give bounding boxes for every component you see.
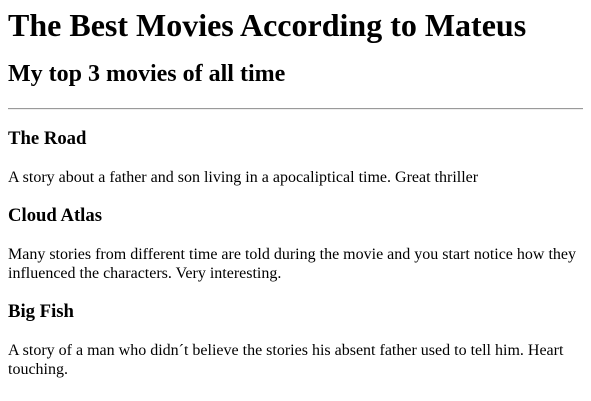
- movie-title: The Road: [8, 128, 87, 149]
- movie-title: Big Fish: [8, 301, 74, 322]
- movie-description: A story of a man who didn´t believe the …: [8, 342, 564, 378]
- page-title: The Best Movies According to Mateus: [8, 7, 527, 43]
- movie-title: Cloud Atlas: [8, 205, 102, 226]
- movie-item-cloud-atlas: Cloud Atlas Many stories from different …: [8, 205, 583, 283]
- movie-item-the-road: The Road A story about a father and son …: [8, 128, 583, 187]
- page: The Best Movies According to Mateus My t…: [0, 0, 591, 401]
- page-subtitle: My top 3 movies of all time: [8, 61, 286, 87]
- movie-description: Many stories from different time are tol…: [8, 246, 577, 282]
- divider: [8, 108, 583, 110]
- movie-item-big-fish: Big Fish A story of a man who didn´t bel…: [8, 301, 583, 379]
- movie-description: A story about a father and son living in…: [8, 169, 479, 186]
